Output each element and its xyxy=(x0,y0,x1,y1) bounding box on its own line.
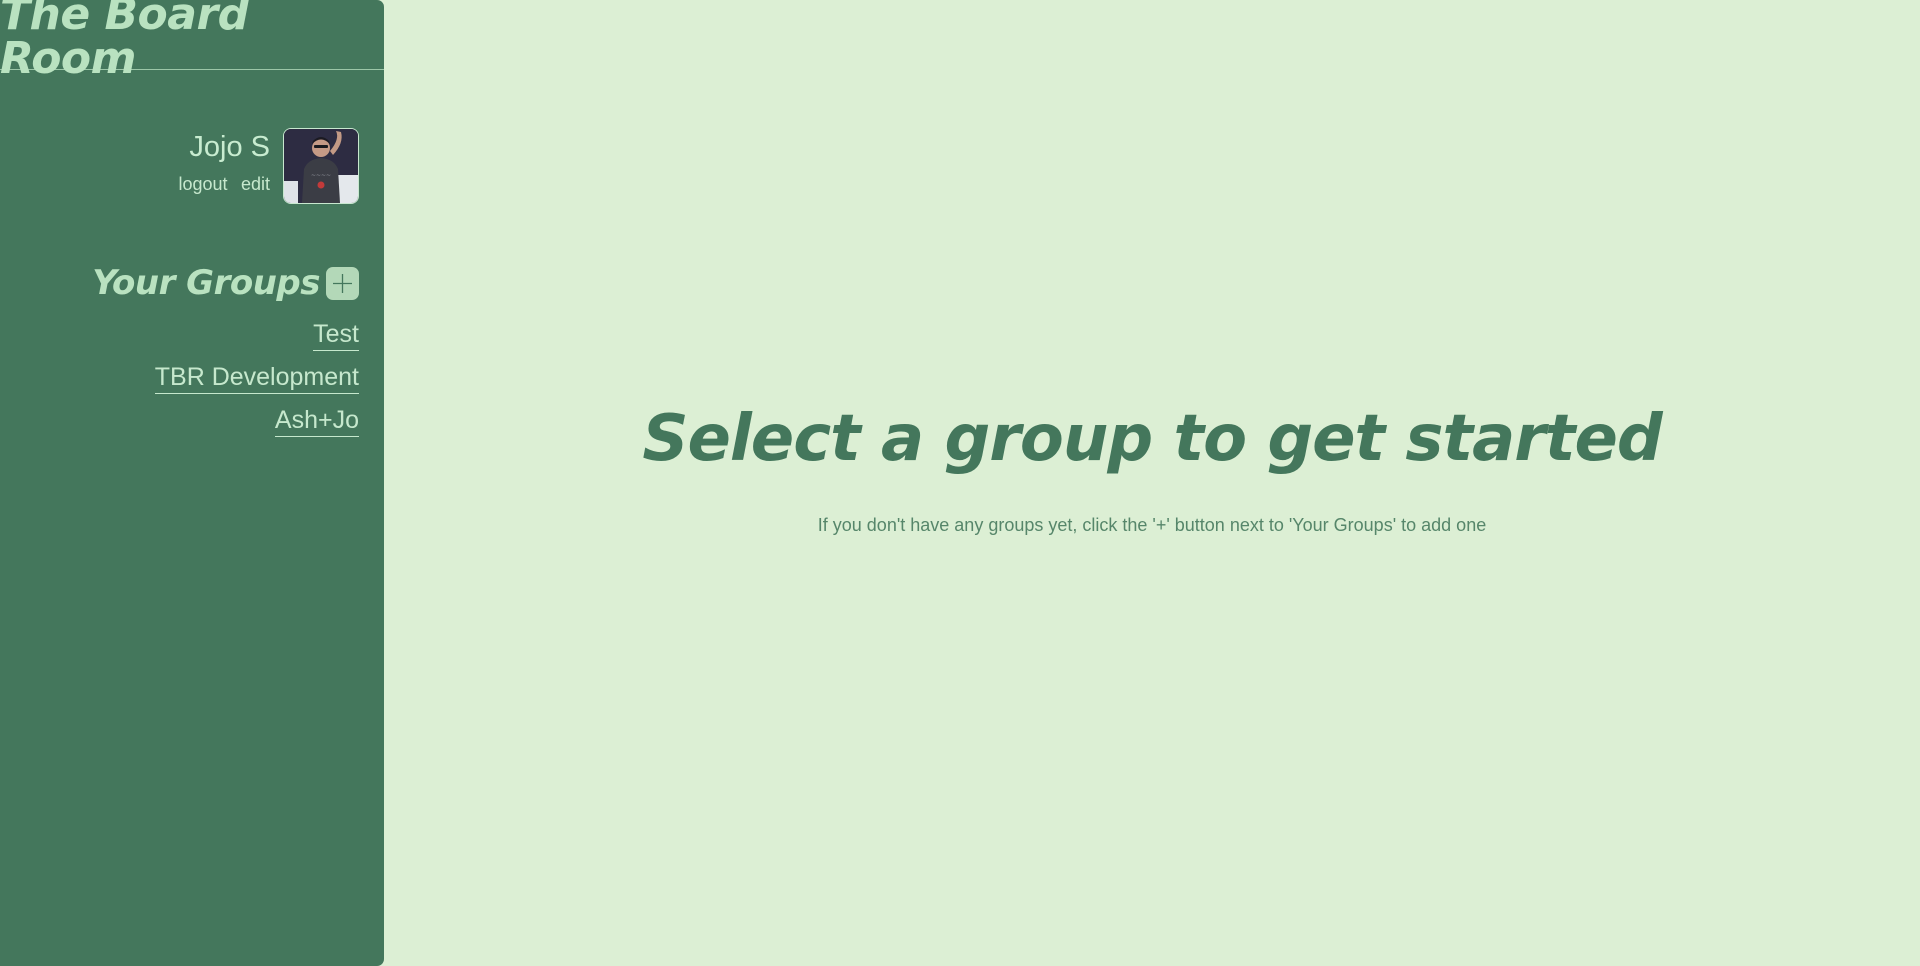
brand-title[interactable]: The Board Room xyxy=(0,0,384,81)
groups-title: Your Groups xyxy=(92,263,320,303)
group-item: TBR Development xyxy=(154,363,359,394)
group-link-ash-jo[interactable]: Ash+Jo xyxy=(274,406,359,437)
empty-state-heading: Select a group to get started xyxy=(642,401,1662,476)
brand-header: The Board Room xyxy=(0,0,384,80)
profile-text: Jojo S logout edit xyxy=(169,128,270,195)
avatar[interactable]: ~~~~ xyxy=(283,128,359,204)
main-content: Select a group to get started If you don… xyxy=(384,0,1920,966)
empty-state-hint: If you don't have any groups yet, click … xyxy=(817,514,1487,535)
profile-links: logout edit xyxy=(169,174,270,195)
edit-profile-link[interactable]: edit xyxy=(241,174,270,194)
group-item: Test xyxy=(155,320,359,351)
group-link-test[interactable]: Test xyxy=(313,320,359,351)
plus-icon xyxy=(333,273,352,293)
app: The Board Room Jojo S logout edit ~~~~ Y… xyxy=(0,0,1920,966)
add-group-button[interactable] xyxy=(326,266,359,300)
user-name: Jojo S xyxy=(189,131,270,163)
svg-text:~~~~: ~~~~ xyxy=(311,172,331,179)
group-link-tbr-development[interactable]: TBR Development xyxy=(154,363,359,394)
user-profile: Jojo S logout edit ~~~~ xyxy=(169,128,359,204)
avatar-photo: ~~~~ xyxy=(284,129,358,203)
group-item: Ash+Jo xyxy=(155,406,359,437)
logout-link[interactable]: logout xyxy=(178,174,227,194)
sidebar: The Board Room Jojo S logout edit ~~~~ Y… xyxy=(0,0,384,966)
group-list: Test TBR Development Ash+Jo xyxy=(154,320,359,451)
groups-header: Your Groups xyxy=(92,266,359,300)
